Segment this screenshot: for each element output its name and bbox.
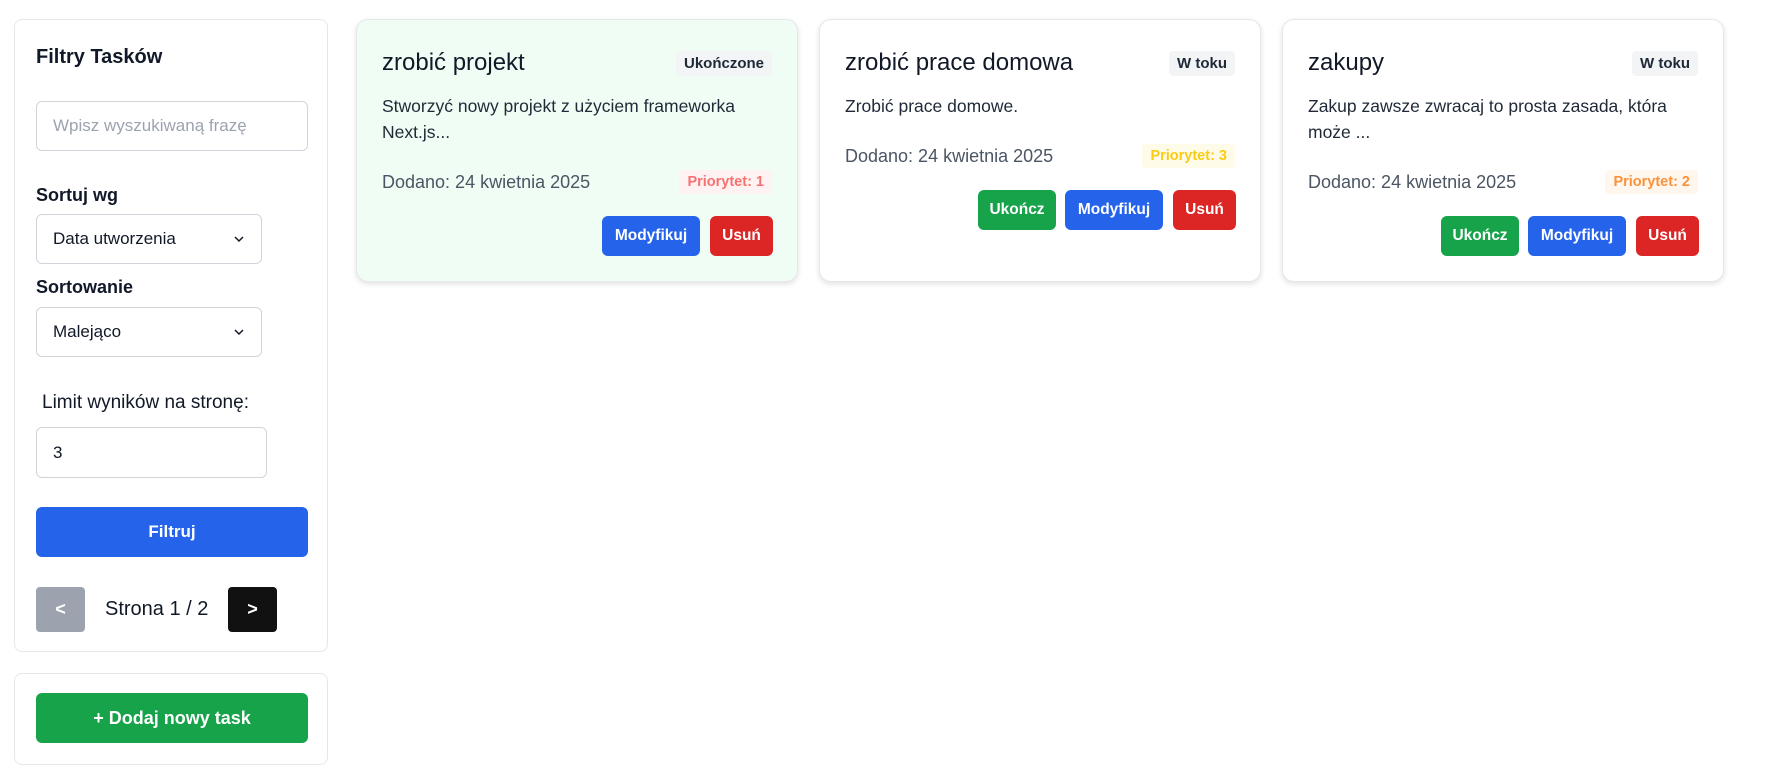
complete-button[interactable]: Ukończ: [978, 190, 1056, 230]
status-badge: W toku: [1169, 51, 1235, 76]
task-description: Zrobić prace domowe.: [845, 96, 1019, 116]
limit-input[interactable]: [36, 427, 267, 478]
next-page-button[interactable]: >: [228, 587, 277, 632]
task-card: zakupy W toku Zakup zawsze zwracaj to pr…: [1282, 19, 1724, 282]
page-indicator: Strona 1 / 2: [105, 598, 209, 620]
add-task-button[interactable]: + Dodaj nowy task: [36, 693, 308, 743]
complete-button[interactable]: Ukończ: [1441, 216, 1519, 256]
task-description: Stworzyć nowy projekt z użyciem framewor…: [382, 96, 736, 142]
task-title: zrobić projekt: [382, 49, 525, 76]
sort-by-value: Data utworzenia: [53, 229, 176, 248]
priority-badge: Priorytet: 1: [679, 170, 772, 194]
filter-button[interactable]: Filtruj: [36, 507, 308, 557]
task-card: zrobić prace domowa W toku Zrobić prace …: [819, 19, 1261, 282]
status-badge: W toku: [1632, 51, 1698, 76]
task-date: Dodano: 24 kwietnia 2025: [845, 146, 1054, 166]
delete-button[interactable]: Usuń: [1636, 216, 1699, 256]
modify-button[interactable]: Modyfikuj: [602, 216, 700, 256]
sort-order-label: Sortowanie: [36, 277, 134, 297]
chevron-down-icon: [234, 236, 244, 243]
delete-button[interactable]: Usuń: [710, 216, 773, 256]
add-task-panel: + Dodaj nowy task: [14, 673, 328, 765]
sort-by-label: Sortuj wg: [36, 185, 118, 205]
sort-order-select[interactable]: Malejąco: [36, 307, 262, 357]
task-title: zrobić prace domowa: [845, 49, 1074, 76]
status-badge: Ukończone: [675, 51, 772, 76]
task-date: Dodano: 24 kwietnia 2025: [1308, 172, 1517, 192]
sort-by-select[interactable]: Data utworzenia: [36, 214, 262, 264]
task-date: Dodano: 24 kwietnia 2025: [382, 172, 591, 192]
task-card: zrobić projekt Ukończone Stworzyć nowy p…: [356, 19, 798, 282]
chevron-down-icon: [234, 329, 244, 336]
prev-page-button[interactable]: <: [36, 587, 85, 632]
filters-title: Filtry Tasków: [36, 46, 163, 68]
task-title: zakupy: [1308, 49, 1385, 76]
priority-badge: Priorytet: 3: [1142, 144, 1235, 168]
modify-button[interactable]: Modyfikuj: [1528, 216, 1626, 256]
filters-panel: Filtry Tasków Sortuj wg Data utworzenia …: [14, 19, 328, 652]
delete-button[interactable]: Usuń: [1173, 190, 1236, 230]
limit-label: Limit wyników na stronę:: [42, 392, 249, 413]
priority-badge: Priorytet: 2: [1605, 170, 1698, 194]
modify-button[interactable]: Modyfikuj: [1065, 190, 1163, 230]
search-input[interactable]: [36, 101, 308, 151]
task-description: Zakup zawsze zwracaj to prosta zasada, k…: [1308, 96, 1667, 142]
sort-order-value: Malejąco: [53, 322, 122, 341]
